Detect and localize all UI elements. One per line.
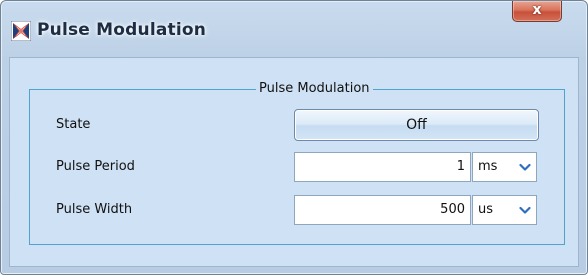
pulse-period-unit-value: ms	[478, 159, 498, 174]
window-title: Pulse Modulation	[37, 20, 207, 40]
pulse-width-input[interactable]: 500	[294, 195, 471, 225]
state-toggle-button[interactable]: Off	[294, 109, 539, 141]
title-bar[interactable]: Pulse Modulation x	[1, 1, 587, 57]
close-icon: x	[532, 2, 542, 18]
pulse-modulation-group: Pulse Modulation State Off Pulse Period …	[29, 81, 565, 245]
app-logo-icon	[11, 21, 31, 41]
chevron-down-icon[interactable]	[519, 163, 531, 172]
pulse-period-input[interactable]: 1	[294, 152, 471, 182]
dialog-client-area: Pulse Modulation State Off Pulse Period …	[9, 57, 579, 267]
close-button[interactable]: x	[512, 1, 562, 22]
pulse-width-unit-select[interactable]: us	[472, 195, 537, 225]
state-label: State	[56, 117, 91, 132]
pulse-period-unit-select[interactable]: ms	[472, 152, 537, 182]
pulse-width-label: Pulse Width	[56, 202, 133, 217]
pulse-width-unit-value: us	[478, 202, 494, 217]
group-legend: Pulse Modulation	[256, 81, 373, 97]
pulse-period-label: Pulse Period	[56, 159, 135, 174]
dialog-window: Pulse Modulation x Pulse Modulation Stat…	[0, 0, 588, 275]
chevron-down-icon[interactable]	[519, 206, 531, 215]
